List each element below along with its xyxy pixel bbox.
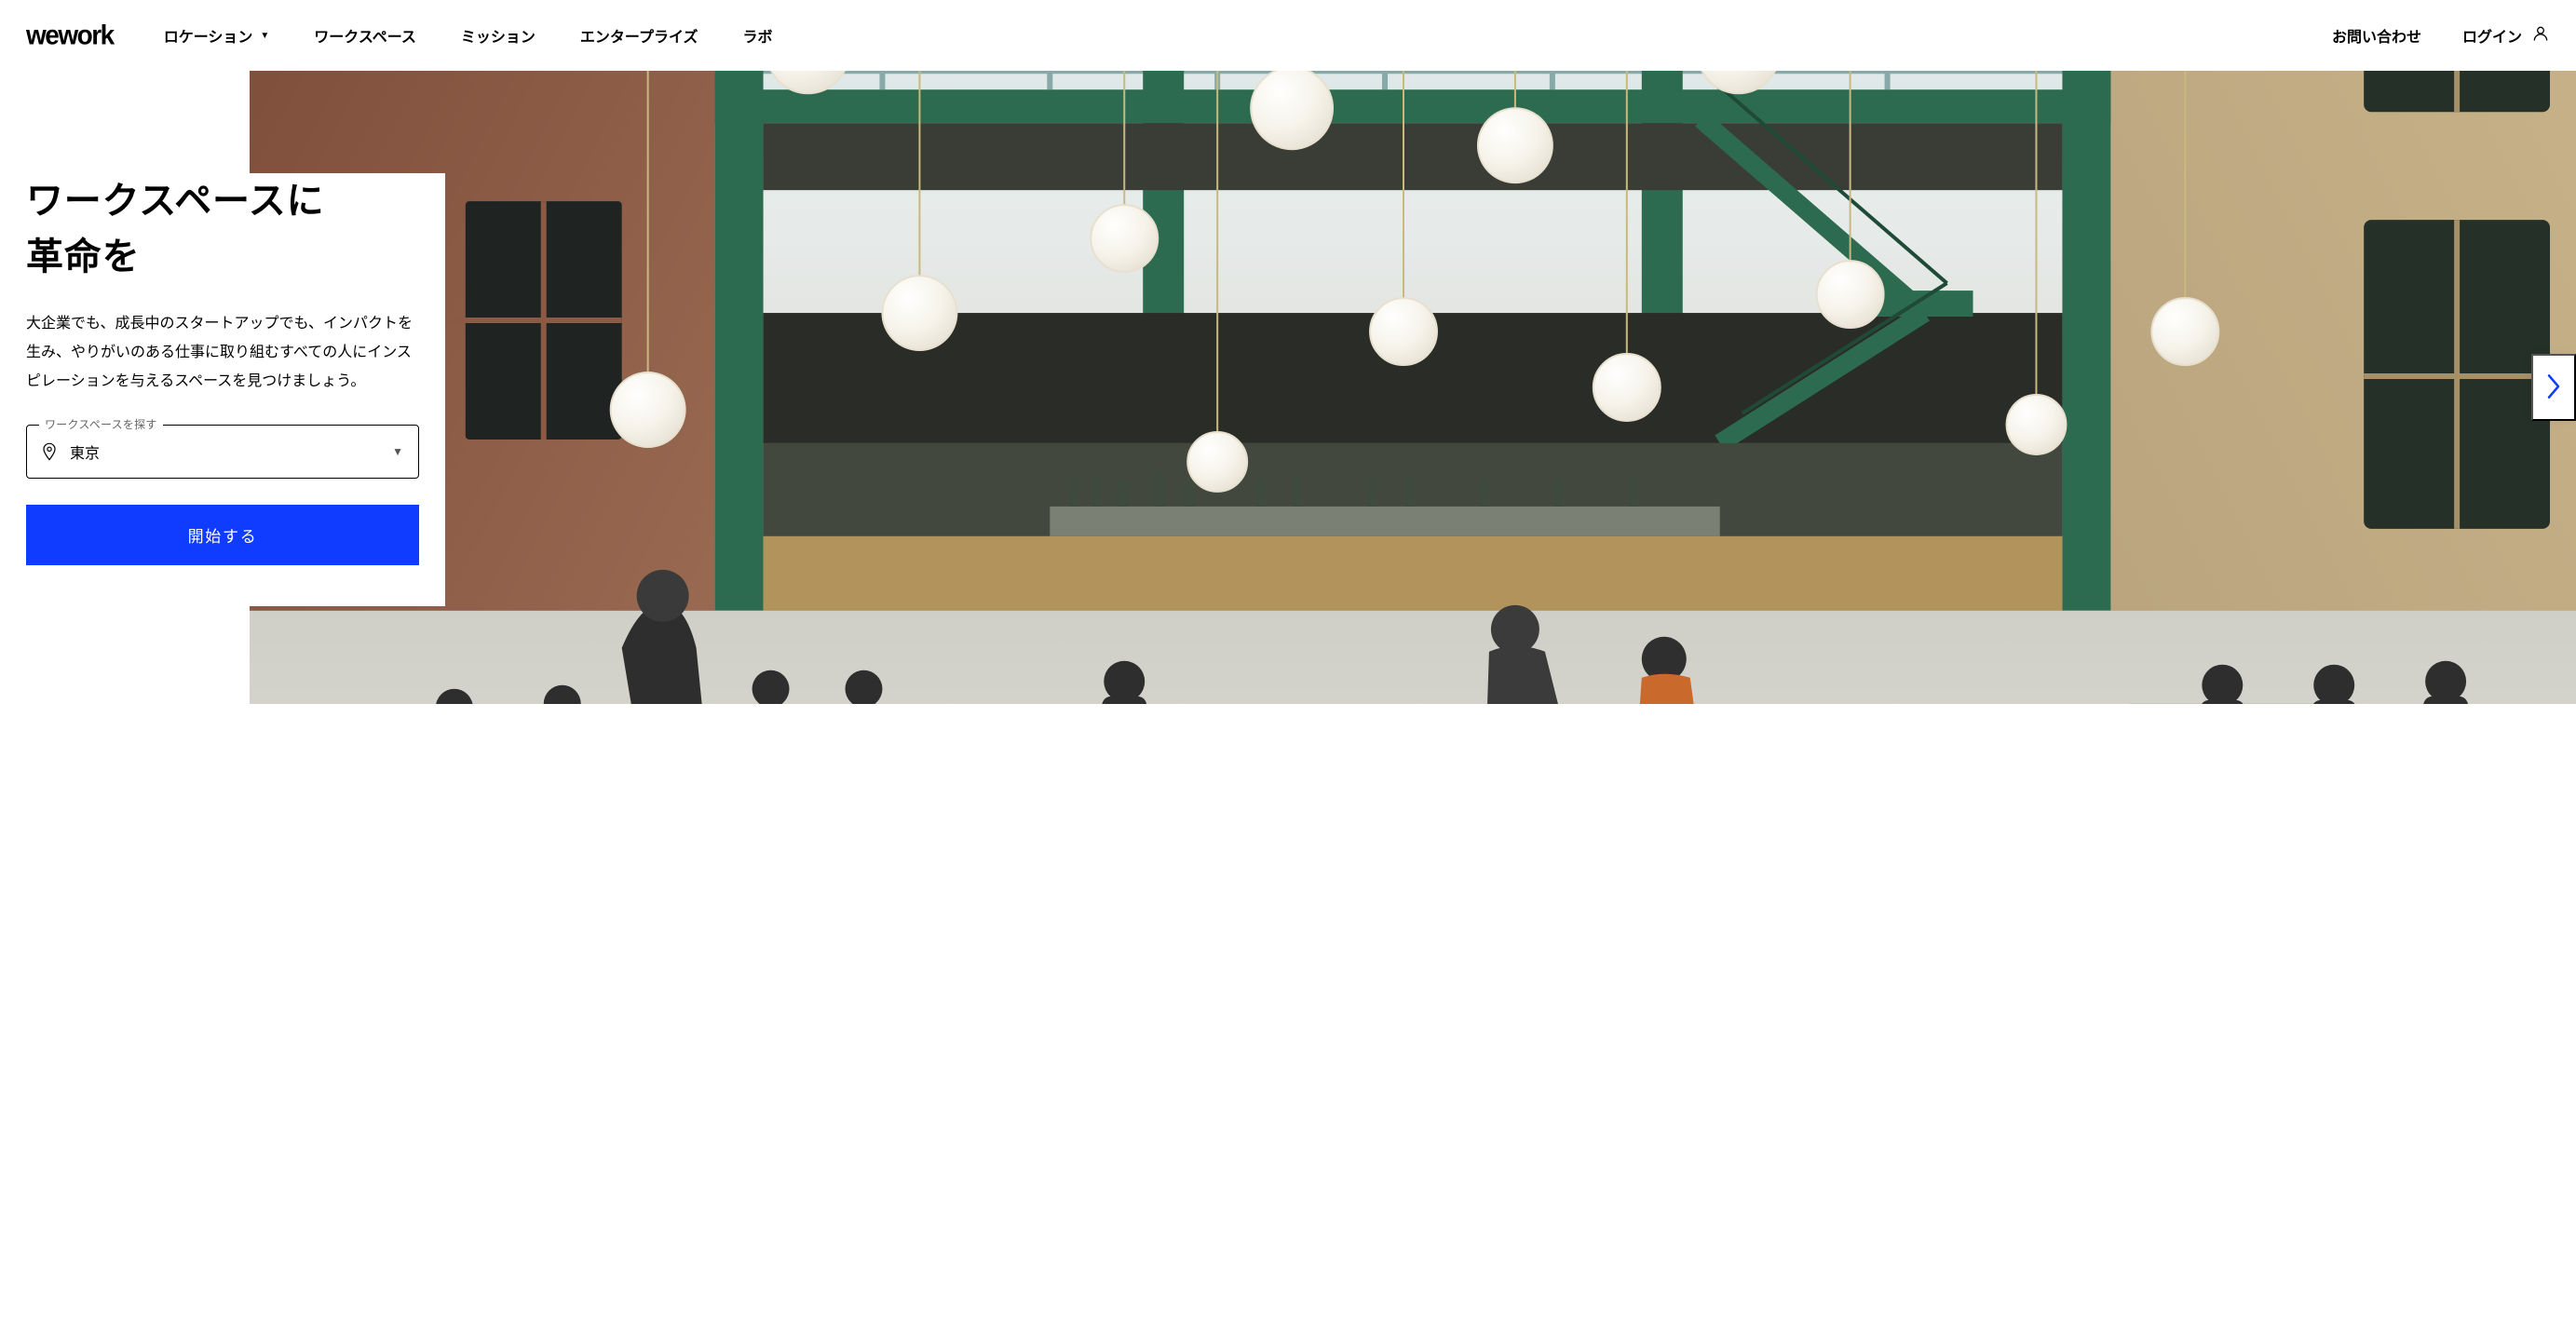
nav-login-label: ログイン bbox=[2462, 24, 2522, 47]
hero-title-line2: 革命を bbox=[26, 237, 140, 277]
carousel-next-button[interactable] bbox=[2531, 354, 2576, 421]
start-button-label: 開始する bbox=[188, 528, 258, 546]
location-select-value: 東京 bbox=[70, 440, 379, 463]
hero-image bbox=[250, 71, 2576, 704]
nav-location-label: ロケーション bbox=[164, 24, 253, 47]
nav-labs-label: ラボ bbox=[742, 24, 772, 47]
nav-mission[interactable]: ミッション bbox=[461, 24, 536, 47]
nav-workspace[interactable]: ワークスペース bbox=[314, 24, 416, 47]
header: wework ロケーション ▼ ワークスペース ミッション エンタープライズ ラ… bbox=[0, 0, 2576, 71]
user-icon bbox=[2531, 24, 2550, 47]
nav-mission-label: ミッション bbox=[461, 24, 536, 47]
hero-subtitle: 大企業でも、成長中のスタートアップでも、インパクトを生み、やりがいのある仕事に取… bbox=[26, 309, 419, 397]
location-pin-icon bbox=[42, 442, 57, 461]
location-field-label: ワークスペースを探す bbox=[39, 416, 163, 432]
nav-login[interactable]: ログイン bbox=[2462, 24, 2550, 47]
nav-contact-label: お問い合わせ bbox=[2332, 24, 2421, 47]
nav-enterprise-label: エンタープライズ bbox=[580, 24, 698, 47]
nav-labs[interactable]: ラボ bbox=[742, 24, 772, 47]
chevron-down-icon: ▼ bbox=[392, 445, 403, 458]
chevron-down-icon: ▼ bbox=[260, 31, 269, 41]
nav-enterprise[interactable]: エンタープライズ bbox=[580, 24, 698, 47]
hero-card: ワークスペースに 革命を 大企業でも、成長中のスタートアップでも、インパクトを生… bbox=[0, 173, 445, 606]
hero-title-line1: ワークスペースに bbox=[26, 181, 324, 222]
hero: ワークスペースに 革命を 大企業でも、成長中のスタートアップでも、インパクトを生… bbox=[0, 71, 2576, 704]
secondary-nav: お問い合わせ ログイン bbox=[2332, 24, 2550, 47]
location-select[interactable]: 東京 ▼ bbox=[26, 425, 419, 479]
location-field-wrap: ワークスペースを探す 東京 ▼ bbox=[26, 425, 419, 479]
hero-title: ワークスペースに 革命を bbox=[26, 173, 419, 285]
logo-text: wework bbox=[26, 20, 114, 51]
nav-contact[interactable]: お問い合わせ bbox=[2332, 24, 2421, 47]
logo[interactable]: wework bbox=[26, 20, 114, 50]
chevron-right-icon bbox=[2544, 372, 2563, 403]
primary-nav: ロケーション ▼ ワークスペース ミッション エンタープライズ ラボ bbox=[164, 24, 773, 47]
nav-workspace-label: ワークスペース bbox=[314, 24, 416, 47]
start-button[interactable]: 開始する bbox=[26, 505, 419, 565]
nav-location[interactable]: ロケーション ▼ bbox=[164, 24, 270, 47]
